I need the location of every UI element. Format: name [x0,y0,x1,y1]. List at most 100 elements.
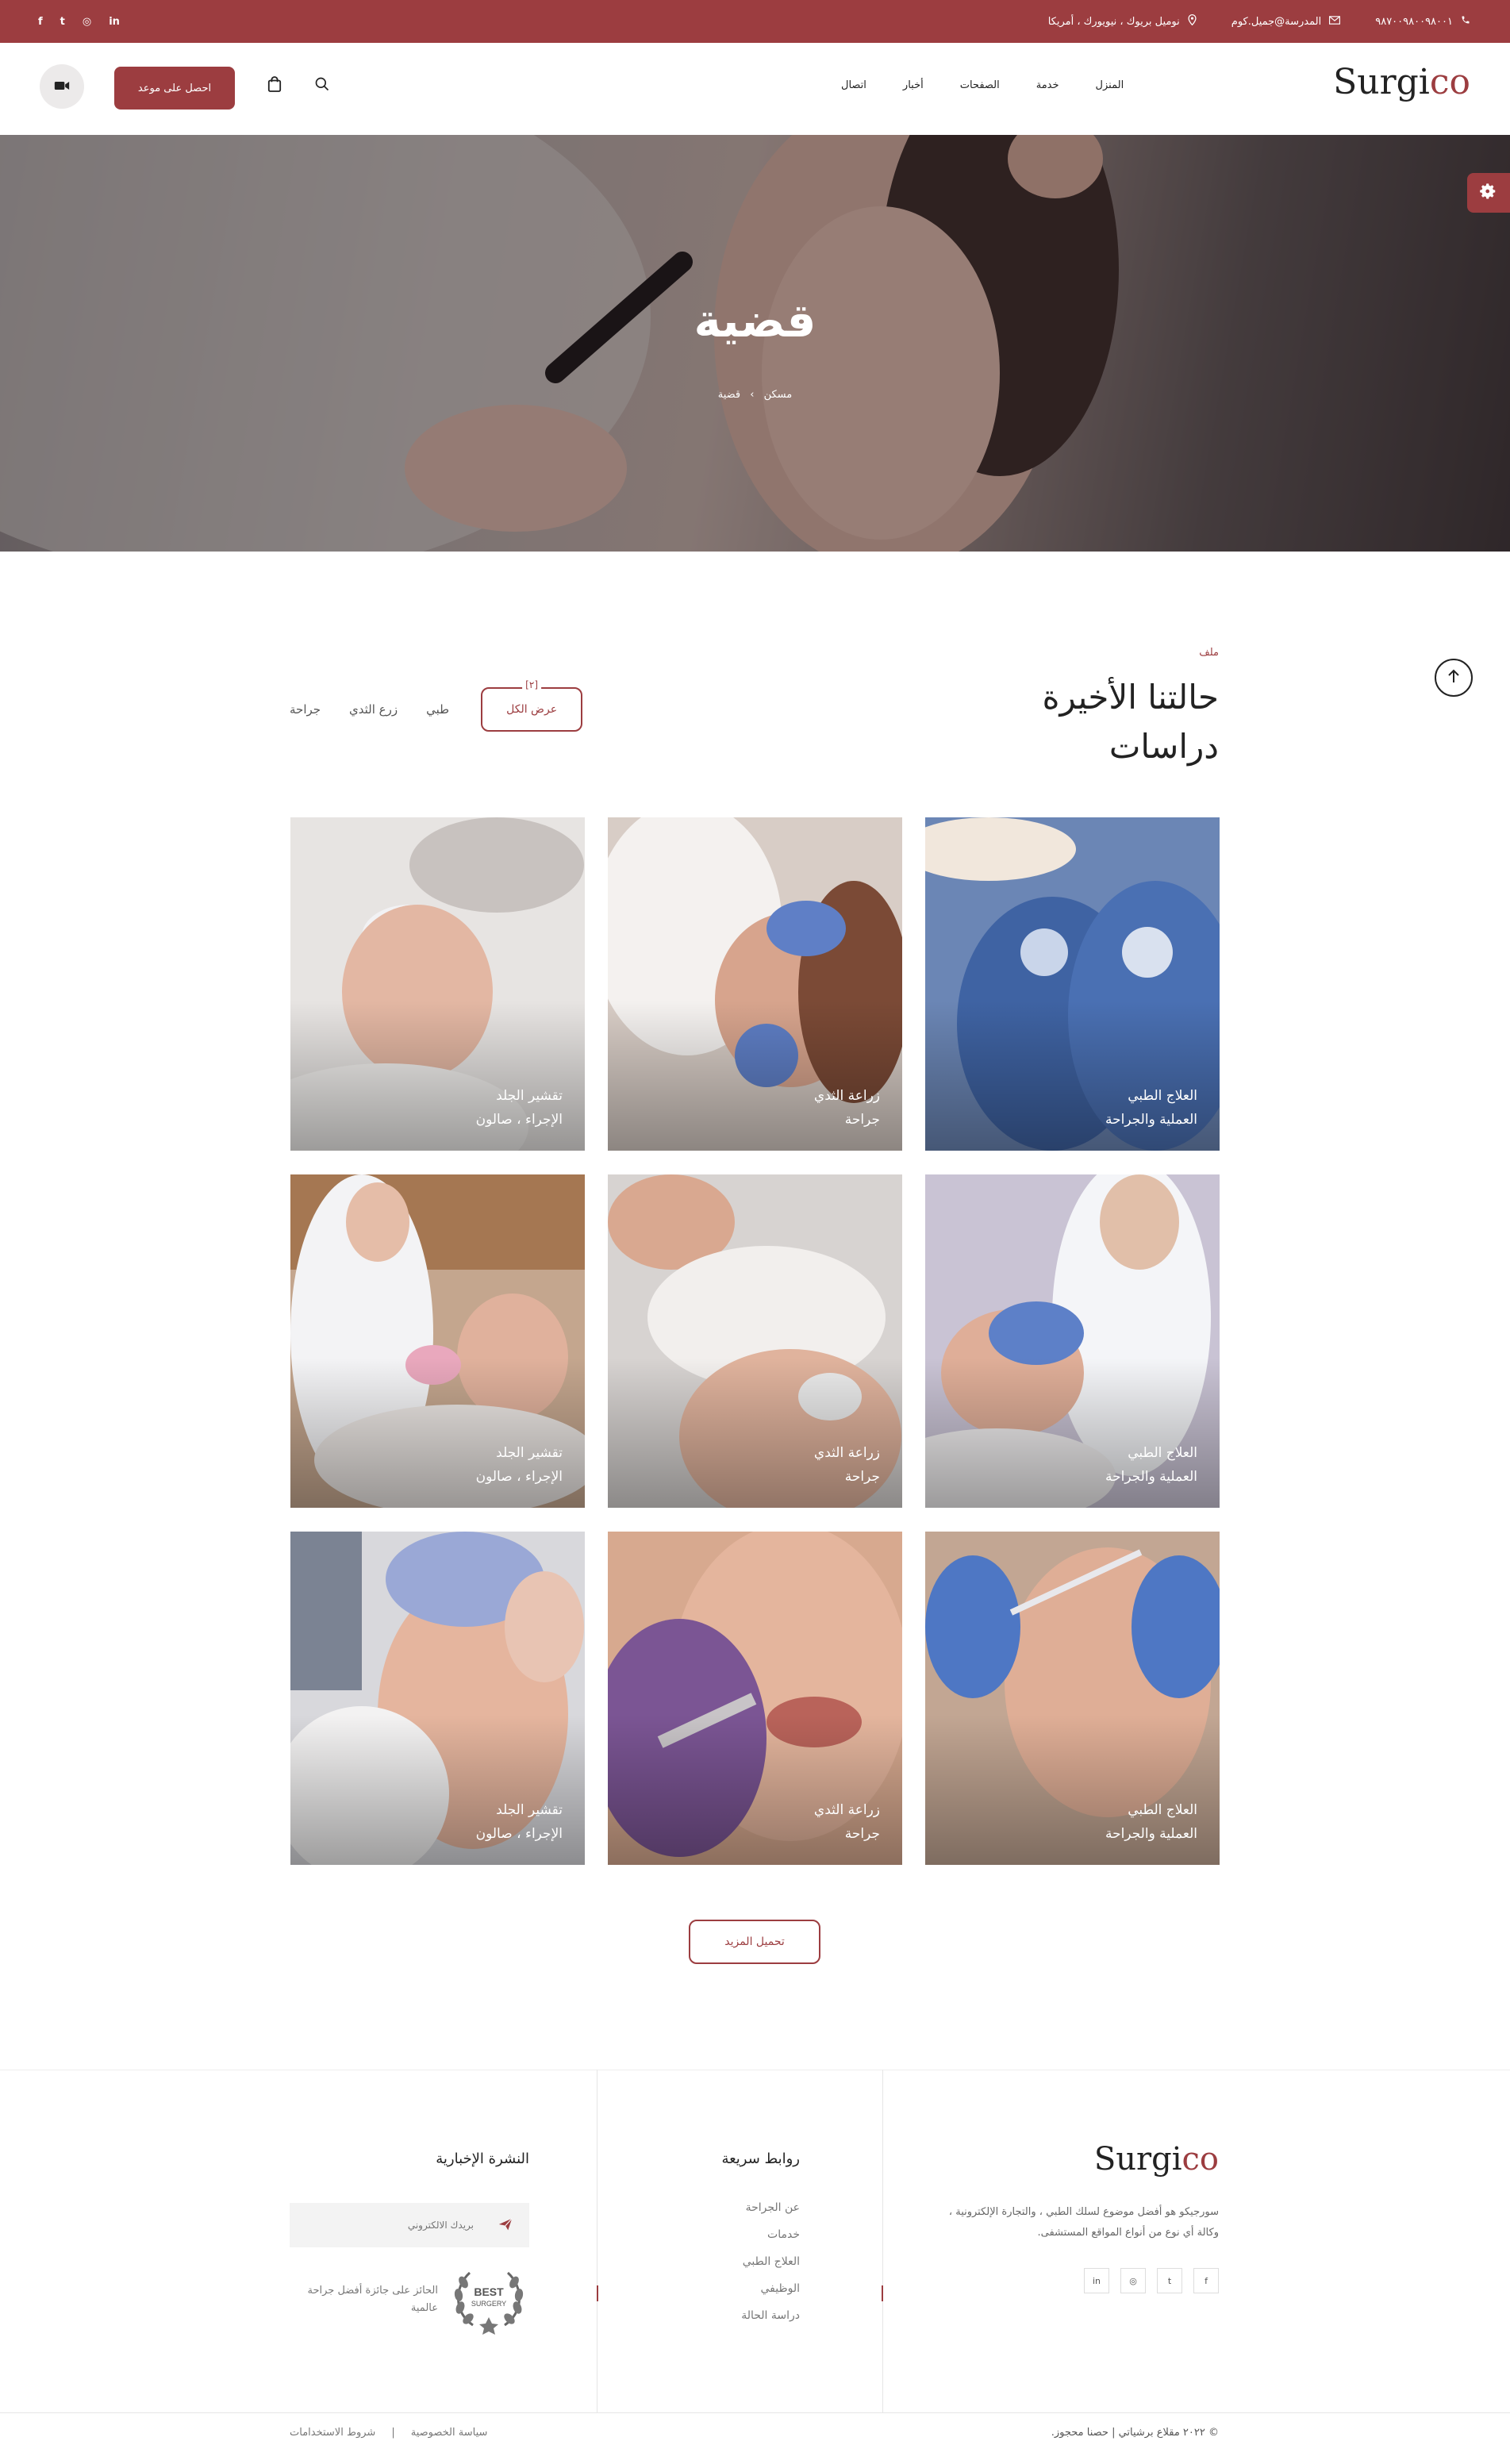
case-title: تقشير الجلد [496,1088,563,1104]
instagram-icon[interactable]: ◎ [83,16,91,28]
case-subtitle: الإجراء ، صالون [475,1826,563,1842]
badge-sublabel: SURGERY [471,2300,507,2308]
quick-links-title: روابط سريعة [721,2151,800,2167]
settings-button[interactable] [1467,173,1510,213]
video-camera-icon [54,79,70,94]
paper-plane-icon [498,2218,513,2235]
address-text: نوميل بريوك ، نيويورك ، أمريكا [1047,15,1180,28]
video-button[interactable] [40,64,84,109]
case-title: العلاج الطبي [1128,1088,1197,1104]
logo-main: Surgi [1093,2141,1182,2178]
case-card[interactable]: زراعة الثدي جراحة [608,1174,902,1508]
nav-news[interactable]: أخبار [903,79,924,91]
filter-all-count: [٢] [522,679,542,690]
search-button[interactable] [311,75,333,97]
filter-breast-implant[interactable]: زرع الثدي [349,702,398,717]
nav-contact[interactable]: اتصال [841,79,866,91]
main-nav: المنزل خدمة الصفحات أخبار اتصال [841,79,1124,91]
footer-link[interactable]: الوظيفي [741,2275,800,2302]
logo-main: Surgi [1333,62,1430,102]
phone-icon [1461,15,1470,28]
cart-button[interactable] [263,75,286,97]
case-card[interactable]: تقشير الجلد الإجراء ، صالون [290,1532,585,1865]
copyright: © ٢٠٢٢ مقلاع برشياتي | حصنا محجوز. [1051,2427,1219,2439]
twitter-icon[interactable]: t [1157,2268,1182,2293]
scroll-top-button[interactable] [1435,659,1473,697]
footer-accent-mark [597,2285,598,2301]
case-card[interactable]: العلاج الطبي العملية والجراحة [925,817,1220,1151]
newsletter-email-input[interactable] [290,2203,488,2247]
chevron-left-icon: › [750,389,755,401]
case-title: زراعة الثدي [813,1802,880,1818]
footer-about: سورجيكو هو أفضل موضوع لسلك الطبي ، والتج… [948,2206,1219,2239]
arrow-up-icon [1447,669,1460,686]
footer-bottom-divider [0,2412,1510,2413]
filter-surgery[interactable]: جراحة [290,702,321,717]
quick-links: عن الجراحة خدمات العلاج الطبي الوظيفي در… [741,2194,800,2329]
case-caption: تقشير الجلد الإجراء ، صالون [476,1084,563,1132]
section-title-line1: حالتنا الأخيرة [1042,678,1220,717]
newsletter-form [290,2203,529,2247]
nav-home[interactable]: المنزل [1096,79,1124,91]
filter-medical[interactable]: طبي [426,702,449,717]
shopping-bag-icon [267,76,282,95]
address-item: نوميل بريوك ، نيويورك ، أمريكا [1047,13,1197,29]
case-card[interactable]: العلاج الطبي العملية والجراحة [925,1532,1220,1865]
footer-logo[interactable]: Surgico [1094,2141,1219,2178]
case-caption: تقشير الجلد الإجراء ، صالون [476,1798,563,1846]
gear-icon [1480,183,1497,203]
footer-link[interactable]: عن الجراحة [741,2194,800,2221]
case-title: تقشير الجلد [496,1445,563,1461]
case-card[interactable]: تقشير الجلد الإجراء ، صالون [290,1174,585,1508]
newsletter-title: النشرة الإخبارية [436,2151,529,2167]
facebook-icon[interactable]: f [38,16,43,28]
nav-service[interactable]: خدمة [1036,79,1059,91]
case-subtitle: جراحة [844,1469,880,1485]
case-caption: تقشير الجلد الإجراء ، صالون [476,1441,563,1489]
privacy-link[interactable]: سياسة الخصوصية [411,2427,488,2439]
top-bar: ٩٨٧٠٠٩٨٠٠٩٨٠٠١ المدرسة@جميل.كوم نوميل بر… [0,0,1510,43]
case-title: العلاج الطبي [1128,1445,1197,1461]
linkedin-icon[interactable]: in [1084,2268,1109,2293]
contact-info: ٩٨٧٠٠٩٨٠٠٩٨٠٠١ المدرسة@جميل.كوم نوميل بر… [1048,0,1470,43]
appointment-button[interactable]: احصل على موعد [114,67,235,110]
terms-link[interactable]: شروط الاستخدامات [290,2427,375,2439]
phone-text: ٩٨٧٠٠٩٨٠٠٩٨٠٠١ [1375,15,1453,28]
facebook-icon[interactable]: f [1193,2268,1219,2293]
search-icon [314,76,330,95]
case-card[interactable]: العلاج الطبي العملية والجراحة [925,1174,1220,1508]
award-badge: BEST SURGERY [446,2263,532,2335]
email-text: المدرسة@جميل.كوم [1231,15,1322,28]
footer-link[interactable]: خدمات [741,2221,800,2248]
email-item[interactable]: المدرسة@جميل.كوم [1231,15,1341,28]
linkedin-icon[interactable]: in [109,16,120,28]
case-card[interactable]: زراعة الثدي جراحة [608,817,902,1151]
case-title: تقشير الجلد [496,1802,563,1818]
nav-pages[interactable]: الصفحات [960,79,1000,91]
footer-link[interactable]: دراسة الحالة [741,2302,800,2329]
case-title: زراعة الثدي [813,1445,880,1461]
case-subtitle: العملية والجراحة [1105,1469,1197,1485]
load-more-button[interactable]: تحميل المزيد [689,1920,820,1964]
case-subtitle: العملية والجراحة [1105,1112,1197,1128]
case-card[interactable]: تقشير الجلد الإجراء ، صالون [290,817,585,1151]
filter-all[interactable]: [٢] عرض الكل [481,679,583,732]
phone-item[interactable]: ٩٨٧٠٠٩٨٠٠٩٨٠٠١ [1375,15,1470,28]
legal-separator: | [391,2427,395,2439]
site-logo[interactable]: Surgico [1333,62,1470,102]
section-title: حالتنا الأخيرة دراسات [1043,673,1220,771]
case-title: العلاج الطبي [1128,1802,1197,1818]
case-caption: العلاج الطبي العملية والجراحة [1105,1084,1197,1132]
instagram-icon[interactable]: ◎ [1120,2268,1146,2293]
logo-accent: co [1429,62,1470,102]
case-subtitle: العملية والجراحة [1105,1826,1197,1842]
twitter-icon[interactable]: t [60,16,65,28]
case-caption: العلاج الطبي العملية والجراحة [1105,1441,1197,1489]
case-filters: جراحة زرع الثدي طبي [٢] عرض الكل [290,679,583,732]
footer-link[interactable]: العلاج الطبي [741,2248,800,2275]
send-button[interactable] [494,2217,513,2233]
case-card[interactable]: زراعة الثدي جراحة [608,1532,902,1865]
mail-icon [1329,15,1341,28]
case-caption: زراعة الثدي جراحة [814,1084,880,1132]
breadcrumb-home[interactable]: مسكن [764,389,793,401]
